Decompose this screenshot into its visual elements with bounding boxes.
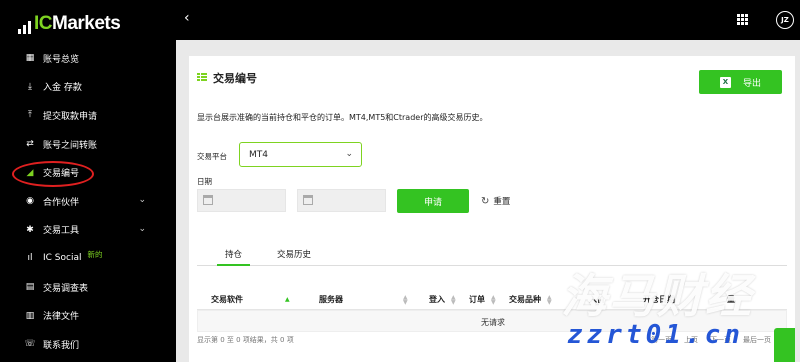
sidebar: ICMarkets ▦ 账号总览 ⤓ 入金 存款 ⤒ 提交取款申请 ⇄ 账号之间…: [0, 0, 176, 362]
platform-select[interactable]: MT4 ⌄: [239, 142, 362, 167]
transfer-icon: ⇄: [26, 139, 34, 150]
sidebar-item-account-overview[interactable]: ▦ 账号总览: [0, 44, 176, 73]
chevron-down-icon: ⌄: [345, 149, 353, 159]
table-header: 交易软件 ▲ 服务器 ▲ ▼ 登入 ▲ ▼ 订单 ▲ ▼ 交易品种 ▲ ▼ 入价 开仓日期 量: [197, 288, 787, 310]
pager-next[interactable]: 下一页: [710, 335, 731, 345]
deposit-icon: ⤓: [28, 81, 32, 92]
sidebar-item-label: 交易工具: [43, 226, 80, 237]
column-header-open-date[interactable]: 开仓日期: [643, 294, 675, 305]
platform-select-value: MT4: [249, 149, 268, 160]
calendar-icon: [303, 195, 313, 205]
sidebar-item-label: 法律文件: [43, 312, 80, 323]
ic-social-icon: ıl: [27, 253, 33, 264]
main-content: 交易编号 X 导出 显示台展示准确的当前持仓和平仓的订单。MT4,MT5和Ctr…: [176, 40, 800, 362]
page-title: 交易编号: [197, 70, 257, 86]
column-header-volume[interactable]: 量: [727, 294, 735, 305]
column-header-platform[interactable]: 交易软件 ▲: [211, 294, 290, 305]
survey-icon: ▤: [25, 282, 35, 293]
sidebar-item-label: 交易调查表: [43, 283, 89, 294]
tab-bar: 持仓 交易历史: [197, 246, 787, 266]
sidebar-item-label: 提交取款申请: [43, 111, 98, 122]
sidebar-nav: ▦ 账号总览 ⤓ 入金 存款 ⤒ 提交取款申请 ⇄ 账号之间转账 ◢ 交易编号 …: [0, 44, 176, 359]
new-badge: 新的: [87, 249, 103, 259]
apps-grid-icon[interactable]: [737, 14, 748, 25]
sidebar-item-ic-social[interactable]: ıl IC Social 新的: [0, 244, 176, 273]
contact-icon: ☏: [24, 339, 36, 350]
logo-rest: Markets: [52, 13, 121, 34]
withdraw-icon: ⤒: [28, 110, 32, 121]
tab-trade-history[interactable]: 交易历史: [269, 248, 319, 266]
pagination: 第一页 上页 下一页 最后一页: [651, 335, 771, 345]
list-icon: [197, 73, 207, 83]
reset-button[interactable]: ↻ 重置: [481, 195, 511, 208]
platform-label: 交易平台: [197, 152, 227, 161]
dashboard-icon: ▦: [25, 53, 35, 64]
reset-button-label: 重置: [493, 197, 511, 207]
partner-icon: ◉: [26, 196, 34, 207]
date-label: 日期: [197, 177, 212, 186]
logo-bars-icon: [18, 21, 31, 34]
column-header-order[interactable]: 订单 ▲ ▼: [469, 294, 496, 305]
excel-icon: X: [719, 76, 731, 88]
calendar-icon: [203, 195, 213, 205]
column-header-symbol[interactable]: 交易品种 ▲ ▼: [509, 294, 552, 305]
pager-prev[interactable]: 上页: [684, 335, 698, 345]
table-info: 显示第 0 至 0 项结果，共 0 项: [197, 336, 294, 344]
top-bar: ‹ JZ: [176, 0, 800, 40]
pager-last[interactable]: 最后一页: [743, 335, 771, 345]
sidebar-item-withdraw[interactable]: ⤒ 提交取款申请: [0, 101, 176, 130]
start-date-input[interactable]: [197, 189, 286, 212]
page-title-text: 交易编号: [213, 72, 257, 85]
sidebar-item-contact-us[interactable]: ☏ 联系我们: [0, 330, 176, 359]
column-header-login[interactable]: 登入 ▲ ▼: [429, 294, 456, 305]
sidebar-item-trading-tools[interactable]: ✱ 交易工具 ⌄: [0, 216, 176, 245]
sidebar-item-deposit[interactable]: ⤓ 入金 存款: [0, 73, 176, 102]
ic-markets-logo[interactable]: ICMarkets: [18, 12, 121, 34]
positions-table: 交易软件 ▲ 服务器 ▲ ▼ 登入 ▲ ▼ 订单 ▲ ▼ 交易品种 ▲ ▼ 入价 开仓日期 量 无…: [197, 288, 787, 332]
tools-icon: ✱: [26, 224, 34, 235]
column-header-server[interactable]: 服务器 ▲ ▼: [319, 294, 408, 305]
apply-button[interactable]: 申请: [397, 189, 469, 213]
sidebar-item-label: 账号之间转账: [43, 140, 98, 151]
avatar[interactable]: JZ: [776, 11, 794, 29]
page-description: 显示台展示准确的当前持仓和平仓的订单。MT4,MT5和Ctrader的高级交易历…: [197, 113, 488, 122]
trade-history-card: 交易编号 X 导出 显示台展示准确的当前持仓和平仓的订单。MT4,MT5和Ctr…: [189, 56, 795, 362]
highlight-circle-annotation: [12, 161, 94, 187]
pager-first[interactable]: 第一页: [651, 335, 672, 345]
tab-open-positions[interactable]: 持仓: [217, 248, 251, 266]
chevron-down-icon: ⌄: [138, 194, 146, 205]
sidebar-item-label: 合作伙伴: [43, 197, 80, 208]
column-header-entry-price[interactable]: 入价: [589, 294, 605, 305]
sidebar-item-legal-documents[interactable]: ▥ 法律文件: [0, 301, 176, 330]
sidebar-item-label: 账号总览: [43, 54, 80, 65]
sidebar-item-label: IC Social: [43, 253, 82, 264]
export-button-label: 导出: [742, 78, 761, 89]
sidebar-item-transfer[interactable]: ⇄ 账号之间转账: [0, 130, 176, 159]
refresh-icon: ↻: [481, 195, 490, 207]
sidebar-item-label: 入金 存款: [43, 83, 82, 94]
empty-table-message: 无请求: [481, 318, 505, 327]
sidebar-item-label: 联系我们: [43, 340, 80, 351]
end-date-input[interactable]: [297, 189, 386, 212]
legal-icon: ▥: [25, 310, 35, 321]
chevron-down-icon: ⌄: [138, 223, 146, 234]
sidebar-item-trading-survey[interactable]: ▤ 交易调查表: [0, 273, 176, 302]
collapse-sidebar-icon[interactable]: ‹: [184, 10, 190, 26]
sidebar-item-partners[interactable]: ◉ 合作伙伴 ⌄: [0, 187, 176, 216]
export-button[interactable]: X 导出: [699, 70, 782, 94]
chat-widget-button[interactable]: [774, 328, 795, 362]
logo-prefix: IC: [34, 13, 53, 34]
table-body: 无请求: [197, 310, 787, 332]
